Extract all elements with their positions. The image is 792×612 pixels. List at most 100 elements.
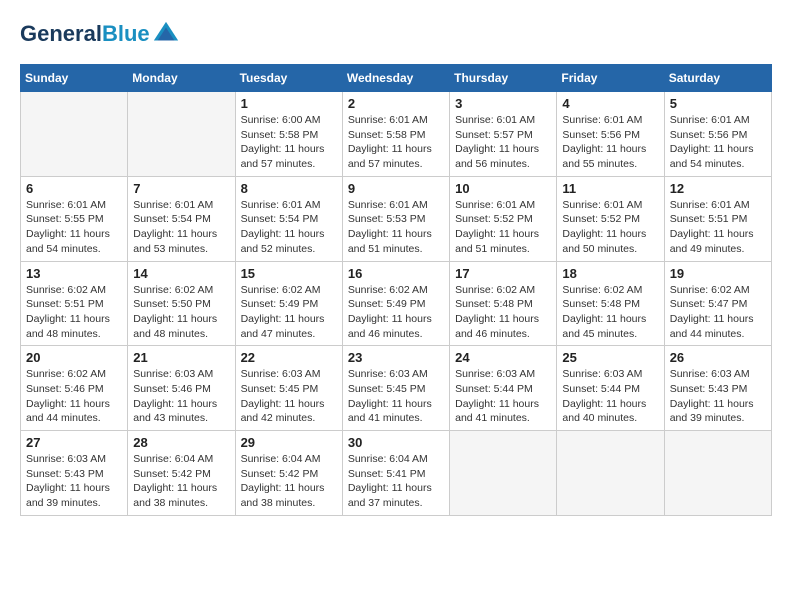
calendar-week-row: 6 Sunrise: 6:01 AMSunset: 5:55 PMDaylight…	[21, 176, 772, 261]
calendar-week-row: 20 Sunrise: 6:02 AMSunset: 5:46 PMDayligh…	[21, 346, 772, 431]
day-detail: Sunrise: 6:03 AMSunset: 5:46 PMDaylight:…	[133, 367, 229, 426]
calendar-cell: 22 Sunrise: 6:03 AMSunset: 5:45 PMDayligh…	[235, 346, 342, 431]
calendar-week-row: 1 Sunrise: 6:00 AMSunset: 5:58 PMDaylight…	[21, 92, 772, 177]
day-detail: Sunrise: 6:01 AMSunset: 5:55 PMDaylight:…	[26, 198, 122, 257]
calendar-cell: 11 Sunrise: 6:01 AMSunset: 5:52 PMDayligh…	[557, 176, 664, 261]
day-detail: Sunrise: 6:02 AMSunset: 5:49 PMDaylight:…	[348, 283, 444, 342]
weekday-header: Tuesday	[235, 65, 342, 92]
day-number: 10	[455, 181, 551, 196]
calendar-cell: 30Sunrise: 6:04 AMSunset: 5:41 PMDayligh…	[342, 431, 449, 516]
day-detail: Sunrise: 6:03 AMSunset: 5:44 PMDaylight:…	[455, 367, 551, 426]
day-detail: Sunrise: 6:03 AMSunset: 5:45 PMDaylight:…	[241, 367, 337, 426]
day-number: 28	[133, 435, 229, 450]
calendar-cell: 17 Sunrise: 6:02 AMSunset: 5:48 PMDayligh…	[450, 261, 557, 346]
day-number: 19	[670, 266, 766, 281]
calendar-cell: 8 Sunrise: 6:01 AMSunset: 5:54 PMDaylight…	[235, 176, 342, 261]
page-header: GeneralBlue	[20, 20, 772, 48]
day-number: 22	[241, 350, 337, 365]
calendar-cell: 20 Sunrise: 6:02 AMSunset: 5:46 PMDayligh…	[21, 346, 128, 431]
day-detail: Sunrise: 6:01 AMSunset: 5:51 PMDaylight:…	[670, 198, 766, 257]
calendar-cell: 23Sunrise: 6:03 AMSunset: 5:45 PMDayligh…	[342, 346, 449, 431]
day-number: 26	[670, 350, 766, 365]
day-number: 18	[562, 266, 658, 281]
day-number: 12	[670, 181, 766, 196]
day-detail: Sunrise: 6:02 AMSunset: 5:51 PMDaylight:…	[26, 283, 122, 342]
day-detail: Sunrise: 6:02 AMSunset: 5:47 PMDaylight:…	[670, 283, 766, 342]
day-detail: Sunrise: 6:03 AMSunset: 5:45 PMDaylight:…	[348, 367, 444, 426]
calendar-cell: 3Sunrise: 6:01 AMSunset: 5:57 PMDaylight…	[450, 92, 557, 177]
weekday-header-row: SundayMondayTuesdayWednesdayThursdayFrid…	[21, 65, 772, 92]
day-detail: Sunrise: 6:02 AMSunset: 5:48 PMDaylight:…	[562, 283, 658, 342]
day-number: 11	[562, 181, 658, 196]
day-number: 21	[133, 350, 229, 365]
day-detail: Sunrise: 6:03 AMSunset: 5:43 PMDaylight:…	[670, 367, 766, 426]
calendar-cell: 10 Sunrise: 6:01 AMSunset: 5:52 PMDayligh…	[450, 176, 557, 261]
calendar-cell: 6 Sunrise: 6:01 AMSunset: 5:55 PMDaylight…	[21, 176, 128, 261]
day-detail: Sunrise: 6:02 AMSunset: 5:46 PMDaylight:…	[26, 367, 122, 426]
day-number: 7	[133, 181, 229, 196]
day-number: 13	[26, 266, 122, 281]
day-number: 29	[241, 435, 337, 450]
day-detail: Sunrise: 6:01 AMSunset: 5:56 PMDaylight:…	[670, 113, 766, 172]
day-number: 17	[455, 266, 551, 281]
day-detail: Sunrise: 6:04 AMSunset: 5:42 PMDaylight:…	[133, 452, 229, 511]
weekday-header: Wednesday	[342, 65, 449, 92]
logo-text: GeneralBlue	[20, 22, 150, 46]
calendar-cell: 9 Sunrise: 6:01 AMSunset: 5:53 PMDaylight…	[342, 176, 449, 261]
weekday-header: Sunday	[21, 65, 128, 92]
weekday-header: Saturday	[664, 65, 771, 92]
calendar-cell	[557, 431, 664, 516]
weekday-header: Friday	[557, 65, 664, 92]
day-number: 20	[26, 350, 122, 365]
day-number: 27	[26, 435, 122, 450]
calendar-cell: 13 Sunrise: 6:02 AMSunset: 5:51 PMDayligh…	[21, 261, 128, 346]
calendar-cell: 24 Sunrise: 6:03 AMSunset: 5:44 PMDayligh…	[450, 346, 557, 431]
day-detail: Sunrise: 6:03 AMSunset: 5:44 PMDaylight:…	[562, 367, 658, 426]
day-detail: Sunrise: 6:01 AMSunset: 5:53 PMDaylight:…	[348, 198, 444, 257]
calendar-cell: 26 Sunrise: 6:03 AMSunset: 5:43 PMDayligh…	[664, 346, 771, 431]
day-detail: Sunrise: 6:02 AMSunset: 5:48 PMDaylight:…	[455, 283, 551, 342]
calendar-cell: 25Sunrise: 6:03 AMSunset: 5:44 PMDayligh…	[557, 346, 664, 431]
day-detail: Sunrise: 6:00 AMSunset: 5:58 PMDaylight:…	[241, 113, 337, 172]
calendar-table: SundayMondayTuesdayWednesdayThursdayFrid…	[20, 64, 772, 516]
calendar-cell: 2Sunrise: 6:01 AMSunset: 5:58 PMDaylight…	[342, 92, 449, 177]
calendar-cell: 16 Sunrise: 6:02 AMSunset: 5:49 PMDayligh…	[342, 261, 449, 346]
calendar-cell: 19 Sunrise: 6:02 AMSunset: 5:47 PMDayligh…	[664, 261, 771, 346]
calendar-cell: 21 Sunrise: 6:03 AMSunset: 5:46 PMDayligh…	[128, 346, 235, 431]
calendar-cell: 1 Sunrise: 6:00 AMSunset: 5:58 PMDaylight…	[235, 92, 342, 177]
day-detail: Sunrise: 6:03 AMSunset: 5:43 PMDaylight:…	[26, 452, 122, 511]
day-detail: Sunrise: 6:04 AMSunset: 5:42 PMDaylight:…	[241, 452, 337, 511]
day-number: 1	[241, 96, 337, 111]
day-number: 6	[26, 181, 122, 196]
calendar-cell	[450, 431, 557, 516]
day-detail: Sunrise: 6:01 AMSunset: 5:52 PMDaylight:…	[455, 198, 551, 257]
calendar-cell	[664, 431, 771, 516]
day-detail: Sunrise: 6:01 AMSunset: 5:52 PMDaylight:…	[562, 198, 658, 257]
calendar-cell	[128, 92, 235, 177]
day-number: 16	[348, 266, 444, 281]
day-number: 4	[562, 96, 658, 111]
day-detail: Sunrise: 6:02 AMSunset: 5:49 PMDaylight:…	[241, 283, 337, 342]
calendar-week-row: 27 Sunrise: 6:03 AMSunset: 5:43 PMDayligh…	[21, 431, 772, 516]
calendar-cell: 27 Sunrise: 6:03 AMSunset: 5:43 PMDayligh…	[21, 431, 128, 516]
calendar-cell: 4 Sunrise: 6:01 AMSunset: 5:56 PMDaylight…	[557, 92, 664, 177]
day-number: 5	[670, 96, 766, 111]
logo-icon	[152, 20, 180, 48]
logo: GeneralBlue	[20, 20, 180, 48]
calendar-cell	[21, 92, 128, 177]
calendar-cell: 18 Sunrise: 6:02 AMSunset: 5:48 PMDayligh…	[557, 261, 664, 346]
weekday-header: Thursday	[450, 65, 557, 92]
calendar-cell: 14Sunrise: 6:02 AMSunset: 5:50 PMDayligh…	[128, 261, 235, 346]
day-detail: Sunrise: 6:02 AMSunset: 5:50 PMDaylight:…	[133, 283, 229, 342]
day-number: 9	[348, 181, 444, 196]
day-detail: Sunrise: 6:01 AMSunset: 5:54 PMDaylight:…	[241, 198, 337, 257]
day-detail: Sunrise: 6:01 AMSunset: 5:56 PMDaylight:…	[562, 113, 658, 172]
day-detail: Sunrise: 6:04 AMSunset: 5:41 PMDaylight:…	[348, 452, 444, 511]
weekday-header: Monday	[128, 65, 235, 92]
day-detail: Sunrise: 6:01 AMSunset: 5:54 PMDaylight:…	[133, 198, 229, 257]
day-number: 24	[455, 350, 551, 365]
calendar-cell: 12 Sunrise: 6:01 AMSunset: 5:51 PMDayligh…	[664, 176, 771, 261]
day-number: 8	[241, 181, 337, 196]
calendar-cell: 28 Sunrise: 6:04 AMSunset: 5:42 PMDayligh…	[128, 431, 235, 516]
day-number: 15	[241, 266, 337, 281]
